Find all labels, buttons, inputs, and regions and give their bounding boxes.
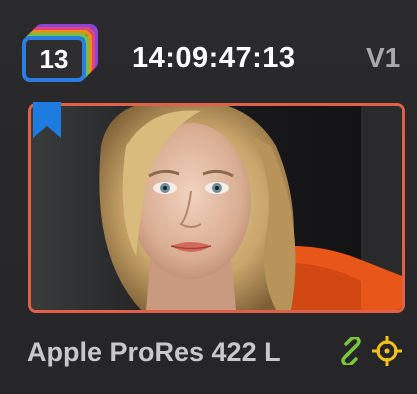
link-icon[interactable]	[337, 337, 365, 365]
track-label: V1	[366, 42, 401, 73]
clip-number: 13	[39, 43, 69, 74]
clip-thumbnail[interactable]	[28, 103, 405, 313]
thumbnail-image	[31, 106, 402, 310]
clip-timecode: 14:09:47:13	[132, 42, 296, 74]
codec-label: Apple ProRes 422 L	[27, 337, 281, 367]
clip-number-badge: 13	[22, 24, 102, 84]
bookmark-flag-icon[interactable]	[31, 102, 63, 140]
clip-card[interactable]: 13 14:09:47:13 V1 Apple ProRes 422 L	[0, 0, 417, 394]
crosshair-target-icon[interactable]	[372, 336, 402, 366]
